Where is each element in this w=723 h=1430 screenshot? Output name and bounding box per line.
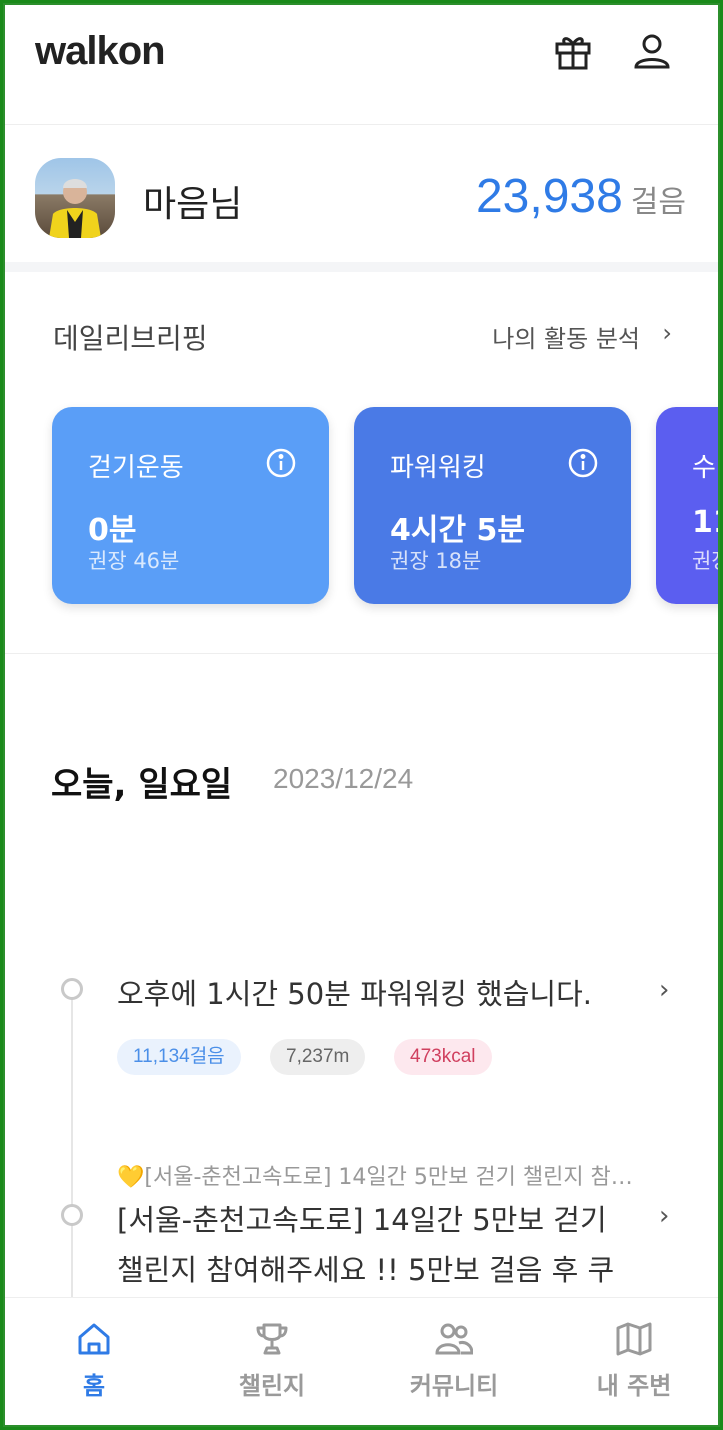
briefing-card-walking[interactable]: 걷기운동 0분 권장 46분 (52, 407, 329, 604)
nav-challenge[interactable]: 챌린지 (183, 1298, 361, 1425)
calories-tag: 473kcal (394, 1039, 492, 1075)
nav-nearby-label: 내 주변 (596, 1372, 672, 1400)
nav-home[interactable]: 홈 (5, 1298, 183, 1425)
app-header: walkon (5, 5, 718, 125)
steps-tag: 11,134걸음 (117, 1039, 241, 1075)
user-nickname: 마음님 (143, 184, 243, 225)
step-count[interactable]: 23,938 걸음 (476, 169, 686, 224)
bottom-navigation: 홈 챌린지 커뮤니티 내 주변 (5, 1297, 718, 1425)
activity-summary[interactable]: 오후에 1시간 50분 파워워킹 했습니다. (117, 971, 592, 1013)
briefing-card-third[interactable]: 수 11 권장 (656, 407, 718, 604)
yellow-heart-icon: 💛 (117, 1165, 145, 1190)
card-title: 걷기운동 (88, 453, 184, 483)
distance-tag: 7,237m (270, 1039, 366, 1075)
trophy-icon (256, 1323, 288, 1355)
card-recommend: 권장 46분 (88, 549, 180, 573)
challenge-subtitle-text: [서울-춘천고속도로] 14일간 5만보 걷기 챌린지 참… (144, 1165, 633, 1190)
step-count-unit: 걸음 (630, 185, 686, 220)
section-divider (5, 653, 718, 654)
chevron-right-icon[interactable]: › (659, 975, 669, 1005)
nav-nearby[interactable]: 내 주변 (545, 1298, 718, 1425)
nav-challenge-label: 챌린지 (238, 1372, 306, 1400)
card-value: 0분 (88, 513, 137, 548)
nav-community[interactable]: 커뮤니티 (365, 1298, 543, 1425)
timeline-dot (61, 978, 83, 1000)
card-recommend: 권장 18분 (390, 549, 482, 573)
info-icon[interactable] (567, 447, 599, 479)
gift-icon[interactable] (553, 31, 593, 71)
today-label: 오늘, 일요일 (51, 765, 233, 805)
timeline-line (71, 995, 73, 1305)
map-icon (616, 1322, 652, 1356)
user-icon[interactable] (632, 31, 672, 71)
step-count-value: 23,938 (475, 170, 623, 223)
card-title: 파워워킹 (390, 453, 486, 483)
card-title: 수 (692, 453, 716, 483)
chevron-right-icon[interactable]: › (662, 319, 672, 347)
app-screen: walkon 마음님 23,938 걸음 데일리브리핑 나의 활동 분석 › 걷… (3, 3, 720, 1427)
nav-home-label: 홈 (82, 1372, 106, 1400)
challenge-subtitle: 💛[서울-춘천고속도로] 14일간 5만보 걷기 챌린지 참… (117, 1159, 633, 1191)
card-recommend: 권장 (692, 549, 718, 573)
nav-community-label: 커뮤니티 (409, 1372, 499, 1400)
today-date: 2023/12/24 (273, 763, 414, 794)
avatar[interactable] (35, 158, 115, 238)
briefing-card-power-walking[interactable]: 파워워킹 4시간 5분 권장 18분 (354, 407, 631, 604)
card-value: 11 (692, 505, 718, 540)
card-value: 4시간 5분 (390, 513, 525, 548)
info-icon[interactable] (265, 447, 297, 479)
profile-section: 마음님 23,938 걸음 (5, 125, 718, 272)
timeline-dot (61, 1204, 83, 1226)
avatar-photo-icon (49, 179, 101, 238)
people-icon (435, 1323, 473, 1355)
activity-analysis-link[interactable]: 나의 활동 분석 (492, 319, 640, 354)
home-icon (78, 1323, 110, 1355)
walkon-logo[interactable]: walkon (35, 29, 166, 74)
daily-briefing-title: 데일리브리핑 (53, 322, 208, 355)
chevron-right-icon[interactable]: › (659, 1201, 669, 1231)
